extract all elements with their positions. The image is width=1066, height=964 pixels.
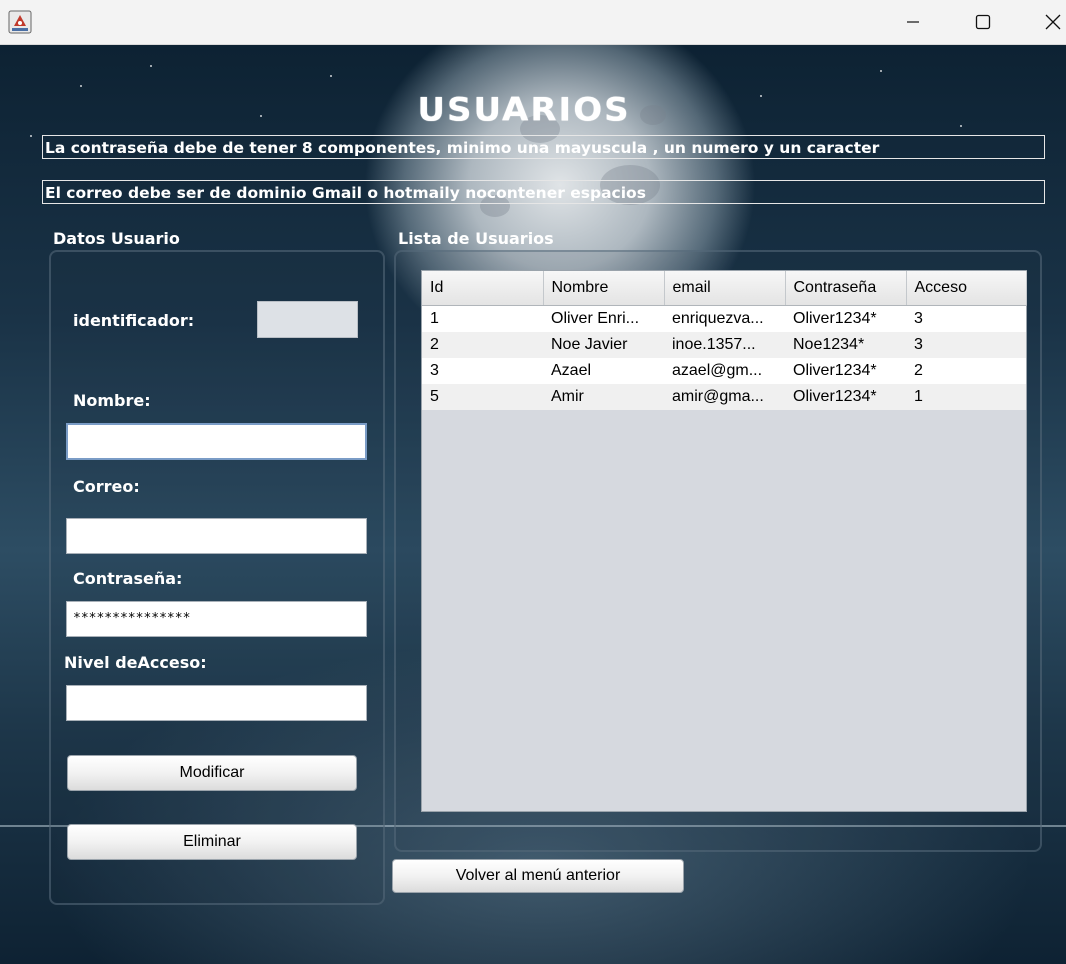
table-row[interactable]: 5 Amir amir@gma... Oliver1234* 1 [422,384,1026,410]
page-title: USUARIOS [417,91,631,129]
user-data-section-label: Datos Usuario [53,229,180,248]
access-level-field[interactable] [66,685,367,721]
users-table: Id Nombre email Contraseña Acceso 1 Oliv… [422,271,1027,410]
cell-access: 3 [906,332,1026,358]
cell-email: inoe.1357... [664,332,785,358]
cell-password: Noe1234* [785,332,906,358]
cell-id: 2 [422,332,543,358]
minimize-button[interactable] [890,0,936,44]
column-header-name[interactable]: Nombre [543,271,665,306]
cell-password: Oliver1234* [785,384,906,410]
password-field[interactable]: *************** [66,601,367,637]
name-label: Nombre: [73,391,151,410]
main-content: USUARIOS La contraseña debe de tener 8 c… [0,45,1066,964]
star [260,115,262,117]
email-field[interactable] [66,518,367,554]
column-header-email[interactable]: email [664,271,786,306]
star [880,70,882,72]
close-button[interactable] [1030,0,1066,44]
star [30,135,32,137]
column-header-id[interactable]: Id [422,271,544,306]
cell-access: 2 [906,358,1026,384]
cell-name: Oliver Enri... [543,305,664,332]
cell-password: Oliver1234* [785,305,906,332]
name-field[interactable] [66,423,367,460]
password-label: Contraseña: [73,569,183,588]
email-label: Correo: [73,477,140,496]
delete-button[interactable]: Eliminar [67,824,357,860]
star [80,85,82,87]
cell-id: 5 [422,384,543,410]
modify-button[interactable]: Modificar [67,755,357,791]
cell-id: 1 [422,305,543,332]
cell-email: azael@gm... [664,358,785,384]
star [760,95,762,97]
cell-id: 3 [422,358,543,384]
cell-name: Azael [543,358,664,384]
cell-password: Oliver1234* [785,358,906,384]
table-row[interactable]: 2 Noe Javier inoe.1357... Noe1234* 3 [422,332,1026,358]
minimize-icon [907,21,919,23]
cell-name: Noe Javier [543,332,664,358]
maximize-icon [975,14,991,30]
java-app-icon [8,10,32,34]
email-rule-notice: El correo debe ser de dominio Gmail o ho… [42,180,1045,204]
table-row[interactable]: 1 Oliver Enri... enriquezva... Oliver123… [422,305,1026,332]
maximize-button[interactable] [960,0,1006,44]
table-row[interactable]: 3 Azael azael@gm... Oliver1234* 2 [422,358,1026,384]
cell-access: 3 [906,305,1026,332]
column-header-password[interactable]: Contraseña [785,271,907,306]
user-list-section-label: Lista de Usuarios [398,229,554,248]
cell-email: enriquezva... [664,305,785,332]
cell-name: Amir [543,384,664,410]
cell-access: 1 [906,384,1026,410]
close-icon [1045,14,1061,30]
id-label: identificador: [73,311,195,330]
password-rule-notice: La contraseña debe de tener 8 componente… [42,135,1045,159]
access-level-label: Nivel deAcceso: [64,653,207,672]
star [330,75,332,77]
star [150,65,152,67]
users-table-container: Id Nombre email Contraseña Acceso 1 Oliv… [421,270,1027,812]
id-field[interactable] [257,301,358,338]
window-titlebar [0,0,1066,45]
back-to-menu-button[interactable]: Volver al menú anterior [392,859,684,893]
table-header-row: Id Nombre email Contraseña Acceso [422,271,1027,306]
cell-email: amir@gma... [664,384,785,410]
column-header-access[interactable]: Acceso [906,271,1027,306]
star [960,125,962,127]
